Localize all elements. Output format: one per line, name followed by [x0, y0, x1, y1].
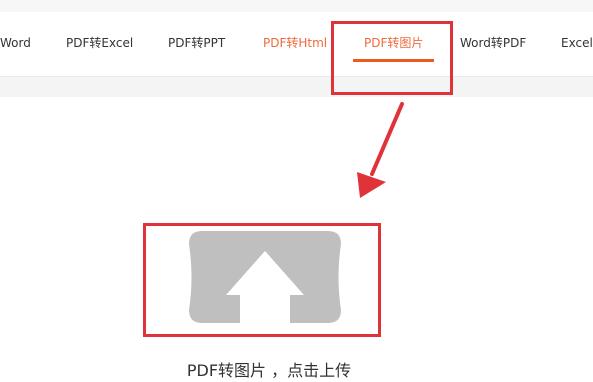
- tab-pdf-to-ppt[interactable]: PDF转PPT: [168, 36, 225, 50]
- tab-word[interactable]: Word: [0, 36, 31, 50]
- tab-excel-to[interactable]: Excel转: [561, 36, 593, 50]
- conversion-tab-bar: Word PDF转Excel PDF转PPT PDF转Html PDF转图片 W…: [0, 12, 593, 77]
- top-strip: [0, 0, 593, 12]
- annotation-box-upload-area: [143, 223, 381, 337]
- tab-pdf-to-html[interactable]: PDF转Html: [263, 36, 327, 50]
- red-pointer-arrow-icon: [357, 102, 404, 198]
- upload-caption[interactable]: PDF转图片 ，点击上传: [0, 361, 538, 381]
- annotation-box-active-tab: [331, 21, 453, 95]
- tab-pdf-to-excel[interactable]: PDF转Excel: [66, 36, 133, 50]
- tab-word-to-pdf[interactable]: Word转PDF: [460, 36, 526, 50]
- content-divider-band: [0, 77, 593, 97]
- page: Word PDF转Excel PDF转PPT PDF转Html PDF转图片 W…: [0, 0, 593, 382]
